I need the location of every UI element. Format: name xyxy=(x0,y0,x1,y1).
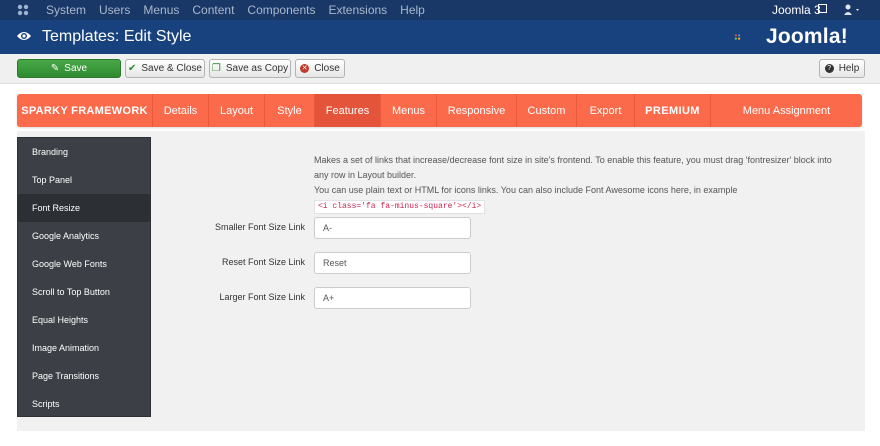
tab-sparky-framework[interactable]: SPARKY FRAMEWORK xyxy=(17,94,153,127)
user-menu-icon[interactable] xyxy=(843,3,861,17)
tab-export[interactable]: Export xyxy=(577,94,635,127)
smaller-font-label: Smaller Font Size Link xyxy=(214,222,305,232)
tab-style[interactable]: Style xyxy=(265,94,315,127)
smaller-font-input[interactable]: A- xyxy=(314,217,471,239)
save-copy-label: Save as Copy xyxy=(225,63,289,74)
tab-details[interactable]: Details xyxy=(153,94,209,127)
close-icon: ✕ xyxy=(300,64,310,73)
copy-icon: ❐ xyxy=(211,62,221,74)
tab-menu-assignment[interactable]: Menu Assignment xyxy=(711,94,862,127)
question-icon: ? xyxy=(824,64,834,73)
sidebar-item-branding[interactable]: Branding xyxy=(18,138,150,166)
help-button[interactable]: ? Help xyxy=(819,59,865,78)
sidebar-item-page-transitions[interactable]: Page Transitions xyxy=(18,362,150,390)
save-button[interactable]: ✎ Save xyxy=(17,59,121,78)
close-label: Close xyxy=(314,63,340,74)
larger-font-input[interactable]: A+ xyxy=(314,287,471,309)
tab-responsive[interactable]: Responsive xyxy=(437,94,517,127)
save-close-button[interactable]: ✔ Save & Close xyxy=(125,59,205,78)
code-example: <i class='fa fa-minus-square'></i> xyxy=(314,200,486,214)
tab-layout[interactable]: Layout xyxy=(209,94,265,127)
menu-help[interactable]: Help xyxy=(400,3,425,17)
menu-extensions[interactable]: Extensions xyxy=(328,3,387,17)
brand-name: Joomla! xyxy=(766,25,848,48)
help-label: Help xyxy=(838,63,860,74)
save-close-label: Save & Close xyxy=(141,63,202,74)
checkmark-icon: ✔ xyxy=(128,62,137,74)
tab-premium[interactable]: PREMIUM xyxy=(635,94,711,127)
eye-icon xyxy=(17,32,31,40)
sidebar-item-google-web-fonts[interactable]: Google Web Fonts xyxy=(18,250,150,278)
reset-font-input[interactable]: Reset xyxy=(314,252,471,274)
admin-menu: System Users Menus Content Components Ex… xyxy=(46,0,438,20)
description-line-2: You can use plain text or HTML for icons… xyxy=(314,185,738,195)
title-bar: Templates: Edit Style Joomla! xyxy=(0,20,880,54)
toolbar: ✎ Save ✔ Save & Close ❐ Save as Copy ✕ C… xyxy=(0,54,880,84)
sidebar-item-google-analytics[interactable]: Google Analytics xyxy=(18,222,150,250)
sidebar-item-top-panel[interactable]: Top Panel xyxy=(18,166,150,194)
menu-system[interactable]: System xyxy=(46,3,86,17)
features-panel: Branding Top Panel Font Resize Google An… xyxy=(17,131,865,431)
sidebar-item-font-resize[interactable]: Font Resize xyxy=(18,194,150,222)
menu-content[interactable]: Content xyxy=(192,3,234,17)
menu-components[interactable]: Components xyxy=(247,3,315,17)
site-link[interactable]: Joomla 3 xyxy=(772,3,821,17)
save-copy-button[interactable]: ❐ Save as Copy xyxy=(209,59,291,78)
joomla-logo-icon[interactable] xyxy=(16,3,30,17)
tab-custom[interactable]: Custom xyxy=(517,94,577,127)
sidebar-item-scroll-to-top[interactable]: Scroll to Top Button xyxy=(18,278,150,306)
larger-font-label: Larger Font Size Link xyxy=(219,292,305,302)
description-line-1: Makes a set of links that increase/decre… xyxy=(314,155,832,180)
sidebar-item-equal-heights[interactable]: Equal Heights xyxy=(18,306,150,334)
edit-icon: ✎ xyxy=(50,62,60,74)
close-button[interactable]: ✕ Close xyxy=(295,59,345,78)
reset-font-label: Reset Font Size Link xyxy=(221,257,305,267)
sidebar-item-scripts[interactable]: Scripts xyxy=(18,390,150,418)
menu-menus[interactable]: Menus xyxy=(143,3,179,17)
joomla-brand-logo-icon xyxy=(734,34,741,40)
tab-menus[interactable]: Menus xyxy=(381,94,437,127)
top-menu-bar: System Users Menus Content Components Ex… xyxy=(0,0,880,20)
menu-users[interactable]: Users xyxy=(99,3,130,17)
page-title: Templates: Edit Style xyxy=(42,28,192,45)
save-label: Save xyxy=(64,63,88,74)
external-link-icon xyxy=(818,4,827,13)
feature-description: Makes a set of links that increase/decre… xyxy=(314,153,839,214)
framework-tabs: SPARKY FRAMEWORK Details Layout Style Fe… xyxy=(17,94,862,127)
features-sidebar: Branding Top Panel Font Resize Google An… xyxy=(17,137,151,417)
sidebar-item-image-animation[interactable]: Image Animation xyxy=(18,334,150,362)
tab-features[interactable]: Features xyxy=(315,94,381,127)
